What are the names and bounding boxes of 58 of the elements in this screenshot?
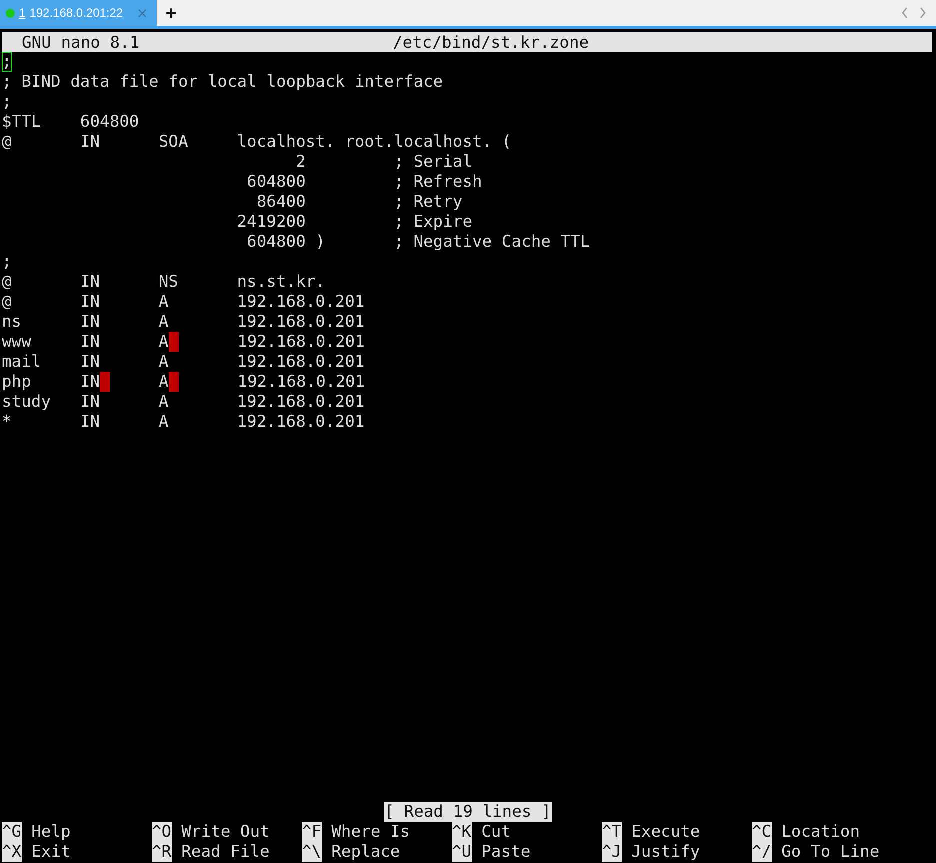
shortcut-key: ^C	[752, 822, 772, 842]
shortcut-label: Replace	[332, 842, 400, 862]
status-message: [ Read 19 lines ]	[384, 802, 552, 822]
shortcut-key: ^F	[302, 822, 322, 842]
shortcut-label: Where Is	[332, 822, 410, 842]
code-text: * IN A 192.168.0.201	[2, 412, 365, 432]
tab-label: 192.168.0.201:22	[30, 6, 124, 20]
code-text: www IN A	[2, 332, 169, 352]
shortcut-label: Read File	[182, 842, 270, 862]
code-text: study IN A 192.168.0.201	[2, 392, 365, 412]
text-cursor: ;	[2, 52, 12, 72]
shortcut-label: Justify	[632, 842, 700, 862]
code-text: 2 ; Serial	[295, 152, 473, 172]
shortcut-key: ^R	[152, 842, 172, 862]
shortcut-key: ^K	[452, 822, 472, 842]
shortcut-key: ^J	[602, 842, 622, 862]
whitespace-marker	[168, 372, 179, 392]
code-text: mail IN A 192.168.0.201	[2, 352, 365, 372]
code-text: ;	[2, 252, 12, 272]
shortcut-label: Go To Line	[782, 842, 880, 862]
shortcut-label: Write Out	[182, 822, 270, 842]
shortcut-key: ^X	[2, 842, 22, 862]
code-text: 86400 ; Retry	[256, 192, 463, 212]
shortcut-key: ^G	[2, 822, 22, 842]
code-text: @ IN SOA localhost. root.localhost. (	[2, 132, 512, 152]
shortcut-label: Exit	[32, 842, 71, 862]
code-text: @ IN NS ns.st.kr.	[2, 272, 326, 292]
scroll-right-icon[interactable]	[918, 6, 928, 20]
code-text: 604800 ) ; Negative Cache TTL	[246, 232, 590, 252]
whitespace-marker	[100, 372, 110, 392]
shortcut-key: ^/	[752, 842, 772, 862]
code-text: ns IN A 192.168.0.201	[2, 312, 365, 332]
shortcut-label: Execute	[632, 822, 700, 842]
code-text: A	[158, 372, 169, 392]
app-version: GNU nano 8.1	[22, 32, 140, 52]
shortcut-key: ^\	[302, 842, 322, 862]
file-name: /etc/bind/st.kr.zone	[393, 32, 590, 52]
shortcut-label: Cut	[482, 822, 512, 842]
shortcut-label: Location	[782, 822, 860, 842]
code-text: ; BIND data file for local loopback interface	[2, 72, 444, 92]
code-text: ;	[2, 92, 12, 112]
shortcut-label: Help	[32, 822, 71, 842]
shortcut-key: ^O	[152, 822, 172, 842]
new-tab-button[interactable]: +	[161, 4, 182, 22]
whitespace-marker	[168, 332, 179, 352]
shortcut-label: Paste	[482, 842, 531, 862]
code-text: php IN	[2, 372, 100, 392]
close-icon[interactable]	[138, 8, 147, 18]
scroll-left-icon[interactable]	[900, 6, 910, 20]
code-text: $TTL 604800	[2, 112, 140, 132]
shortcut-key: ^T	[602, 822, 622, 842]
code-text: @ IN A 192.168.0.201	[2, 292, 365, 312]
code-text: 2419200 ; Expire	[236, 212, 473, 232]
shortcut-key: ^U	[452, 842, 472, 862]
tab-number: 1	[19, 6, 26, 20]
code-text: 192.168.0.201	[236, 332, 365, 352]
code-text: 604800 ; Refresh	[246, 172, 482, 192]
code-text: 192.168.0.201	[236, 372, 366, 392]
